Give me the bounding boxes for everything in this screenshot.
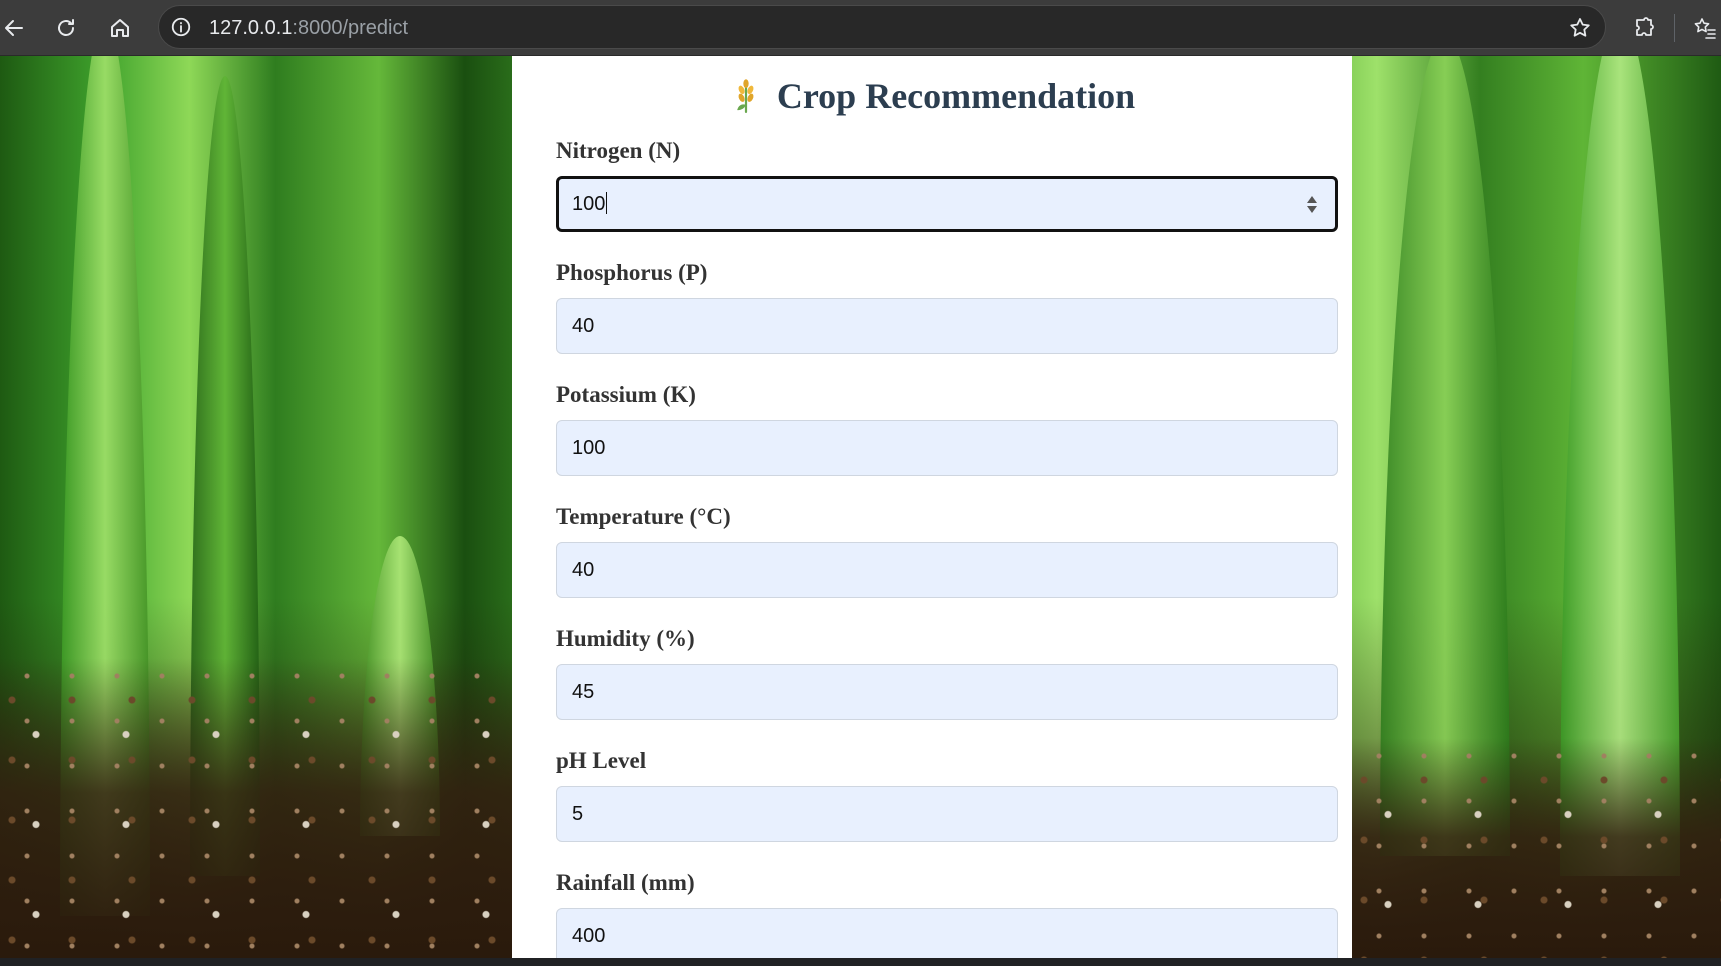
background-leaf xyxy=(1380,56,1510,856)
wheat-icon xyxy=(729,76,763,116)
extensions-button[interactable] xyxy=(1625,9,1663,47)
url-host: 127.0.0.1 xyxy=(209,17,293,39)
favorites-button[interactable] xyxy=(1686,9,1721,47)
phosphorus-label: Phosphorus (P) xyxy=(556,260,708,285)
soil-area-left xyxy=(0,658,512,958)
field-temperature: Temperature (°C) 40 xyxy=(556,502,1338,598)
page-background: Crop Recommendation Nitrogen (N) 100 Pho… xyxy=(0,56,1721,958)
field-nitrogen: Nitrogen (N) 100 xyxy=(556,136,1338,232)
favorites-list-icon xyxy=(1694,18,1716,39)
rainfall-label: Rainfall (mm) xyxy=(556,870,695,895)
ph-label: pH Level xyxy=(556,748,647,773)
temperature-label: Temperature (°C) xyxy=(556,504,731,529)
humidity-value: 45 xyxy=(572,681,595,703)
browser-toolbar: 127.0.0.1:8000/predict xyxy=(0,0,1721,56)
url-text[interactable]: 127.0.0.1:8000/predict xyxy=(209,6,408,50)
url-path: :8000/predict xyxy=(292,17,409,39)
crop-form-card: Crop Recommendation Nitrogen (N) 100 Pho… xyxy=(512,56,1352,958)
back-button[interactable] xyxy=(0,9,33,47)
page-title: Crop Recommendation xyxy=(776,76,1136,116)
site-info-icon[interactable] xyxy=(169,15,193,39)
spin-down-icon[interactable] xyxy=(1307,205,1317,213)
arrow-left-icon xyxy=(5,20,23,36)
rainfall-input[interactable]: 400 xyxy=(556,908,1338,958)
spin-up-icon[interactable] xyxy=(1307,195,1317,203)
nitrogen-label: Nitrogen (N) xyxy=(556,138,681,163)
field-humidity: Humidity (%) 45 xyxy=(556,624,1338,720)
humidity-input[interactable]: 45 xyxy=(556,664,1338,720)
field-rainfall: Rainfall (mm) 400 xyxy=(556,868,1338,958)
field-phosphorus: Phosphorus (P) 40 xyxy=(556,258,1338,354)
reload-button[interactable] xyxy=(47,9,85,47)
potassium-label: Potassium (K) xyxy=(556,382,696,407)
phosphorus-input[interactable]: 40 xyxy=(556,298,1338,354)
nitrogen-input[interactable]: 100 xyxy=(556,176,1338,232)
number-spinner[interactable] xyxy=(1301,191,1323,217)
temperature-input[interactable]: 40 xyxy=(556,542,1338,598)
ph-value: 5 xyxy=(572,803,584,825)
page-header: Crop Recommendation xyxy=(512,68,1352,124)
home-button[interactable] xyxy=(101,9,139,47)
puzzle-icon xyxy=(1636,17,1654,36)
reload-icon xyxy=(58,19,74,36)
ph-input[interactable]: 5 xyxy=(556,786,1338,842)
field-ph: pH Level 5 xyxy=(556,746,1338,842)
window-bottom-edge xyxy=(0,958,1721,966)
field-potassium: Potassium (K) 100 xyxy=(556,380,1338,476)
rainfall-value: 400 xyxy=(572,925,606,947)
text-caret xyxy=(606,192,608,215)
temperature-value: 40 xyxy=(572,559,595,581)
humidity-label: Humidity (%) xyxy=(556,626,695,651)
phosphorus-value: 40 xyxy=(572,315,595,337)
bookmark-star-icon[interactable] xyxy=(1567,15,1593,41)
toolbar-divider xyxy=(1674,14,1675,42)
potassium-value: 100 xyxy=(572,437,606,459)
address-bar[interactable]: 127.0.0.1:8000/predict xyxy=(158,5,1606,49)
potassium-input[interactable]: 100 xyxy=(556,420,1338,476)
nitrogen-value: 100 xyxy=(572,193,606,215)
home-icon xyxy=(111,19,129,37)
soil-area-right xyxy=(1352,738,1721,958)
